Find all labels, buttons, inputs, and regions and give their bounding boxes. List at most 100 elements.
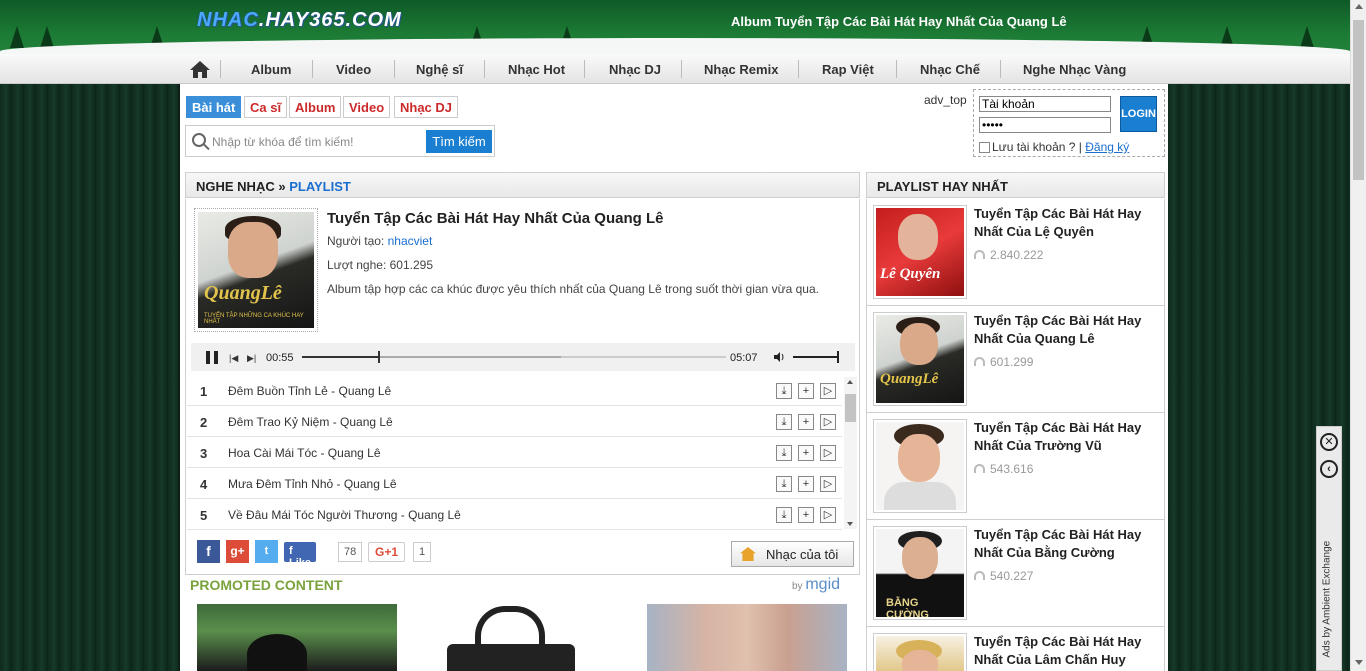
nav-album[interactable]: Album <box>251 62 291 77</box>
next-icon[interactable]: ▶| <box>247 353 256 364</box>
scroll-thumb[interactable] <box>845 394 856 422</box>
play-track-icon[interactable]: ▷ <box>820 414 836 430</box>
download-icon[interactable]: ⤓ <box>776 383 792 399</box>
promo-image-3[interactable] <box>647 604 847 671</box>
search-button[interactable]: Tìm kiếm <box>426 130 492 153</box>
playlist-title[interactable]: Tuyển Tập Các Bài Hát Hay Nhất Của Quang… <box>974 312 1154 348</box>
playlist-title[interactable]: Tuyển Tập Các Bài Hát Hay Nhất Của Lệ Qu… <box>974 205 1154 241</box>
playlist-item[interactable]: Tuyển Tập Các Bài Hát Hay Nhất Của Trườn… <box>867 413 1164 520</box>
search-tab-album[interactable]: Album <box>289 96 342 118</box>
playlist-thumb[interactable] <box>873 419 967 513</box>
gplus-button[interactable]: G+1 <box>368 542 406 562</box>
track-name[interactable]: Đêm Trao Kỷ Niệm - Quang Lê <box>228 415 393 429</box>
playlist-title[interactable]: Tuyển Tập Các Bài Hát Hay Nhất Của Trườn… <box>974 419 1154 455</box>
promo-hair-shape <box>247 634 307 671</box>
play-track-icon[interactable]: ▷ <box>820 445 836 461</box>
download-icon[interactable]: ⤓ <box>776 414 792 430</box>
my-music-button[interactable]: Nhạc của tôi <box>731 541 854 567</box>
search-tab-ca-si[interactable]: Ca sĩ <box>244 96 288 118</box>
playlist-title[interactable]: Tuyển Tập Các Bài Hát Hay Nhất Của Bằng … <box>974 526 1154 562</box>
nav-nhac-che[interactable]: Nhạc Chế <box>920 62 980 77</box>
twitter-icon[interactable]: t <box>255 540 278 563</box>
track-name[interactable]: Đêm Buồn Tỉnh Lẻ - Quang Lê <box>228 384 391 398</box>
close-icon[interactable]: ✕ <box>1320 433 1338 451</box>
login-button[interactable]: LOGIN <box>1120 96 1157 132</box>
remember-checkbox[interactable] <box>979 142 990 153</box>
site-logo[interactable]: NHAC.HAY365.COM <box>197 9 402 32</box>
playlist-item[interactable]: Lê Quyên Tuyển Tập Các Bài Hát Hay Nhất … <box>867 199 1164 306</box>
scroll-down-arrow-icon[interactable] <box>1355 660 1363 665</box>
track-name[interactable]: Mưa Đêm Tỉnh Nhỏ - Quang Lê <box>228 477 397 491</box>
track-name[interactable]: Hoa Cài Mái Tóc - Quang Lê <box>228 446 381 460</box>
add-icon[interactable]: + <box>798 445 814 461</box>
add-icon[interactable]: + <box>798 414 814 430</box>
track-row[interactable]: 4 Mưa Đêm Tỉnh Nhỏ - Quang Lê ⤓ + ▷ <box>187 468 842 499</box>
search-tab-video[interactable]: Video <box>343 96 391 118</box>
playlist-item[interactable]: Tuyển Tập Các Bài Hát Hay Nhất Của Lâm C… <box>867 627 1164 671</box>
album-description: Album tập hợp các ca khúc được yêu thích… <box>327 282 819 296</box>
track-row[interactable]: 2 Đêm Trao Kỷ Niệm - Quang Lê ⤓ + ▷ <box>187 406 842 437</box>
playlist-thumb[interactable]: BẰNG CƯỜNG <box>873 526 967 620</box>
search-input[interactable] <box>212 133 412 151</box>
playlist-title[interactable]: Tuyển Tập Các Bài Hát Hay Nhất Của Lâm C… <box>974 633 1154 669</box>
nav-rap-viet[interactable]: Rap Việt <box>822 62 874 77</box>
add-icon[interactable]: + <box>798 476 814 492</box>
download-icon[interactable]: ⤓ <box>776 476 792 492</box>
promo-image-1[interactable] <box>197 604 397 671</box>
add-icon[interactable]: + <box>798 507 814 523</box>
playlist-thumb[interactable] <box>873 633 967 671</box>
collapse-icon[interactable]: ‹ <box>1320 460 1338 478</box>
nav-nghe-si[interactable]: Nghệ sĩ <box>416 62 463 77</box>
breadcrumb-home[interactable]: NGHE NHẠC <box>196 179 275 194</box>
ad-label[interactable]: Ads by Ambient Exchange <box>1322 528 1333 658</box>
volume-bar[interactable] <box>793 356 839 358</box>
scroll-thumb[interactable] <box>1353 20 1364 180</box>
track-row[interactable]: 1 Đêm Buồn Tỉnh Lẻ - Quang Lê ⤓ + ▷ <box>187 375 842 406</box>
scroll-up-arrow-icon[interactable] <box>1355 4 1363 9</box>
mgid-logo[interactable]: by mgid <box>792 576 840 594</box>
pause-icon[interactable] <box>206 351 218 364</box>
search-tab-nhac-dj[interactable]: Nhạc DJ <box>394 96 459 118</box>
volume-knob[interactable] <box>837 351 839 363</box>
play-track-icon[interactable]: ▷ <box>820 476 836 492</box>
scroll-down-arrow-icon[interactable] <box>847 522 853 526</box>
track-name[interactable]: Về Đâu Mái Tóc Người Thương - Quang Lê <box>228 508 461 522</box>
username-field[interactable] <box>979 96 1111 112</box>
album-creator: Người tạo: nhacviet <box>327 234 432 248</box>
scroll-up-arrow-icon[interactable] <box>847 380 853 384</box>
nav-nghe-nhac-vang[interactable]: Nghe Nhạc Vàng <box>1023 62 1126 77</box>
logo-text-b: .HAY365.COM <box>258 9 402 31</box>
facebook-like-button[interactable]: f Like <box>284 542 317 569</box>
search-tab-bai-hat[interactable]: Bài hát <box>186 96 242 118</box>
home-icon[interactable] <box>188 59 212 79</box>
nav-nhac-dj[interactable]: Nhạc DJ <box>609 62 661 77</box>
add-icon[interactable]: + <box>798 383 814 399</box>
play-track-icon[interactable]: ▷ <box>820 383 836 399</box>
download-icon[interactable]: ⤓ <box>776 445 792 461</box>
password-field[interactable] <box>979 117 1111 133</box>
progress-bar[interactable] <box>302 351 726 363</box>
creator-link[interactable]: nhacviet <box>388 234 433 248</box>
playlist-thumb[interactable]: Lê Quyên <box>873 205 967 299</box>
google-plus-icon[interactable]: g+ <box>226 540 249 563</box>
track-row[interactable]: 3 Hoa Cài Mái Tóc - Quang Lê ⤓ + ▷ <box>187 437 842 468</box>
previous-icon[interactable]: |◀ <box>229 353 238 364</box>
track-row[interactable]: 5 Về Đâu Mái Tóc Người Thương - Quang Lê… <box>187 499 842 530</box>
nav-video[interactable]: Video <box>336 62 371 77</box>
left-background-decoration <box>0 84 178 671</box>
play-track-icon[interactable]: ▷ <box>820 507 836 523</box>
progress-knob[interactable] <box>378 351 381 363</box>
promo-image-2[interactable] <box>427 604 627 671</box>
track-list-scrollbar[interactable] <box>844 377 857 529</box>
playlist-item[interactable]: BẰNG CƯỜNG Tuyển Tập Các Bài Hát Hay Nhấ… <box>867 520 1164 627</box>
page-scrollbar[interactable] <box>1350 0 1366 671</box>
nav-nhac-remix[interactable]: Nhạc Remix <box>704 62 778 77</box>
nav-nhac-hot[interactable]: Nhạc Hot <box>508 62 565 77</box>
breadcrumb-current[interactable]: PLAYLIST <box>289 179 351 194</box>
playlist-thumb[interactable]: QuangLê <box>873 312 967 406</box>
volume-icon[interactable] <box>773 351 785 363</box>
facebook-icon[interactable]: f <box>197 540 220 563</box>
download-icon[interactable]: ⤓ <box>776 507 792 523</box>
register-link[interactable]: Đăng ký <box>1085 140 1129 154</box>
playlist-item[interactable]: QuangLê Tuyển Tập Các Bài Hát Hay Nhất C… <box>867 306 1164 413</box>
